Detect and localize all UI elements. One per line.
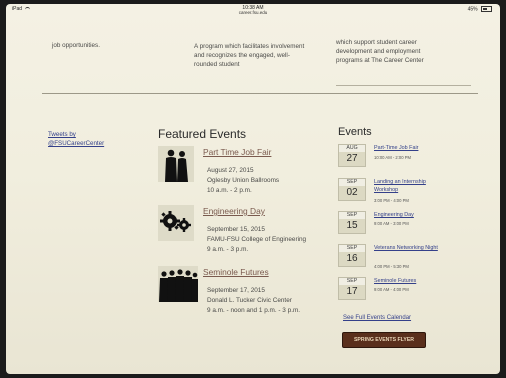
date-badge: SEP 16 <box>338 244 366 267</box>
calendar-event: SEP 15 Engineering Day 9:00 AM - 3:00 PM <box>338 211 448 235</box>
event-link[interactable]: Part Time Job Fair <box>203 147 271 157</box>
event-time: 9 a.m. - 3 p.m. <box>207 246 249 253</box>
battery-percent: 45% <box>467 6 478 13</box>
date-day: 02 <box>346 187 358 198</box>
date-day: 15 <box>346 220 358 231</box>
date-month: SEP <box>339 245 365 252</box>
calendar-event-time: 9:00 AM - 4:00 PM <box>374 287 409 292</box>
calendar-event-time: 10:00 AM - 2:00 PM <box>374 155 412 160</box>
ipad-device: iPad 10:38 AM career.fsu.edu 45% job opp… <box>6 4 500 374</box>
calendar-event-time: 3:00 PM - 4:00 PM <box>374 198 409 203</box>
date-month: AUG <box>339 145 365 152</box>
date-month: SEP <box>339 212 365 219</box>
calendar-event: SEP 02 Landing an Internship Workshop 3:… <box>338 178 448 203</box>
battery-icon <box>481 6 492 12</box>
event-link[interactable]: Engineering Day <box>203 206 265 216</box>
calendar-event-link[interactable]: Engineering Day <box>374 211 444 219</box>
top-column-2: A program which facilitates involvement … <box>194 43 305 68</box>
calendar-event: SEP 17 Seminole Futures 9:00 AM - 4:00 P… <box>338 277 448 301</box>
date-month: SEP <box>339 179 365 186</box>
status-bar: iPad 10:38 AM career.fsu.edu 45% <box>6 4 500 16</box>
top-column-3: which support student career development… <box>336 39 424 64</box>
event-date: August 27, 2015 <box>207 167 254 174</box>
date-day: 16 <box>346 253 358 264</box>
calendar-event-time: 4:00 PM - 5:30 PM <box>374 264 409 269</box>
calendar-event-time: 9:00 AM - 3:00 PM <box>374 221 409 226</box>
event-time: 9 a.m. - noon and 1 p.m. - 3 p.m. <box>207 307 301 314</box>
date-badge: AUG 27 <box>338 144 366 167</box>
date-badge: SEP 17 <box>338 277 366 300</box>
event-location: FAMU-FSU College of Engineering <box>207 236 307 243</box>
section-divider <box>42 93 478 94</box>
date-badge: SEP 15 <box>338 211 366 234</box>
featured-event: Engineering Day September 15, 2015 FAMU-… <box>158 205 328 255</box>
event-date: September 17, 2015 <box>207 287 265 294</box>
full-calendar-link[interactable]: See Full Events Calendar <box>343 315 411 321</box>
date-day: 17 <box>346 286 358 297</box>
event-time: 10 a.m. - 2 p.m. <box>207 187 252 194</box>
browser-screen: iPad 10:38 AM career.fsu.edu 45% job opp… <box>6 4 500 374</box>
tweets-link[interactable]: Tweets by @FSUCareerCenter <box>48 130 128 148</box>
date-day: 27 <box>346 153 358 164</box>
silhouette-group-icon[interactable] <box>158 266 198 302</box>
event-location: Donald L. Tucker Civic Center <box>207 297 292 304</box>
featured-events-title: Featured Events <box>158 127 247 141</box>
address-bar[interactable]: career.fsu.edu <box>6 10 500 15</box>
event-link[interactable]: Seminole Futures <box>203 267 269 277</box>
featured-event: Part Time Job Fair August 27, 2015 Ogles… <box>158 146 328 196</box>
silhouette-pair-icon[interactable] <box>158 146 194 182</box>
calendar-event-link[interactable]: Part-Time Job Fair <box>374 144 444 152</box>
events-title: Events <box>338 126 372 138</box>
column-rule <box>336 85 471 86</box>
event-location: Oglesby Union Ballrooms <box>207 177 280 184</box>
gears-icon[interactable] <box>158 205 194 241</box>
date-badge: SEP 02 <box>338 178 366 201</box>
date-month: SEP <box>339 278 365 285</box>
top-column-1: job opportunities. <box>52 42 100 49</box>
event-date: September 15, 2015 <box>207 226 265 233</box>
calendar-event: AUG 27 Part-Time Job Fair 10:00 AM - 2:0… <box>338 144 448 168</box>
spring-events-flyer-button[interactable]: SPRING EVENTS FLYER <box>342 332 426 348</box>
calendar-event: SEP 16 Veterans Networking Night 4:00 PM… <box>338 244 448 269</box>
battery-indicator: 45% <box>468 6 492 12</box>
featured-event: Seminole Futures September 17, 2015 Dona… <box>158 266 328 316</box>
calendar-event-link[interactable]: Veterans Networking Night <box>374 244 444 252</box>
calendar-event-link[interactable]: Seminole Futures <box>374 277 444 285</box>
calendar-event-link[interactable]: Landing an Internship Workshop <box>374 178 444 194</box>
